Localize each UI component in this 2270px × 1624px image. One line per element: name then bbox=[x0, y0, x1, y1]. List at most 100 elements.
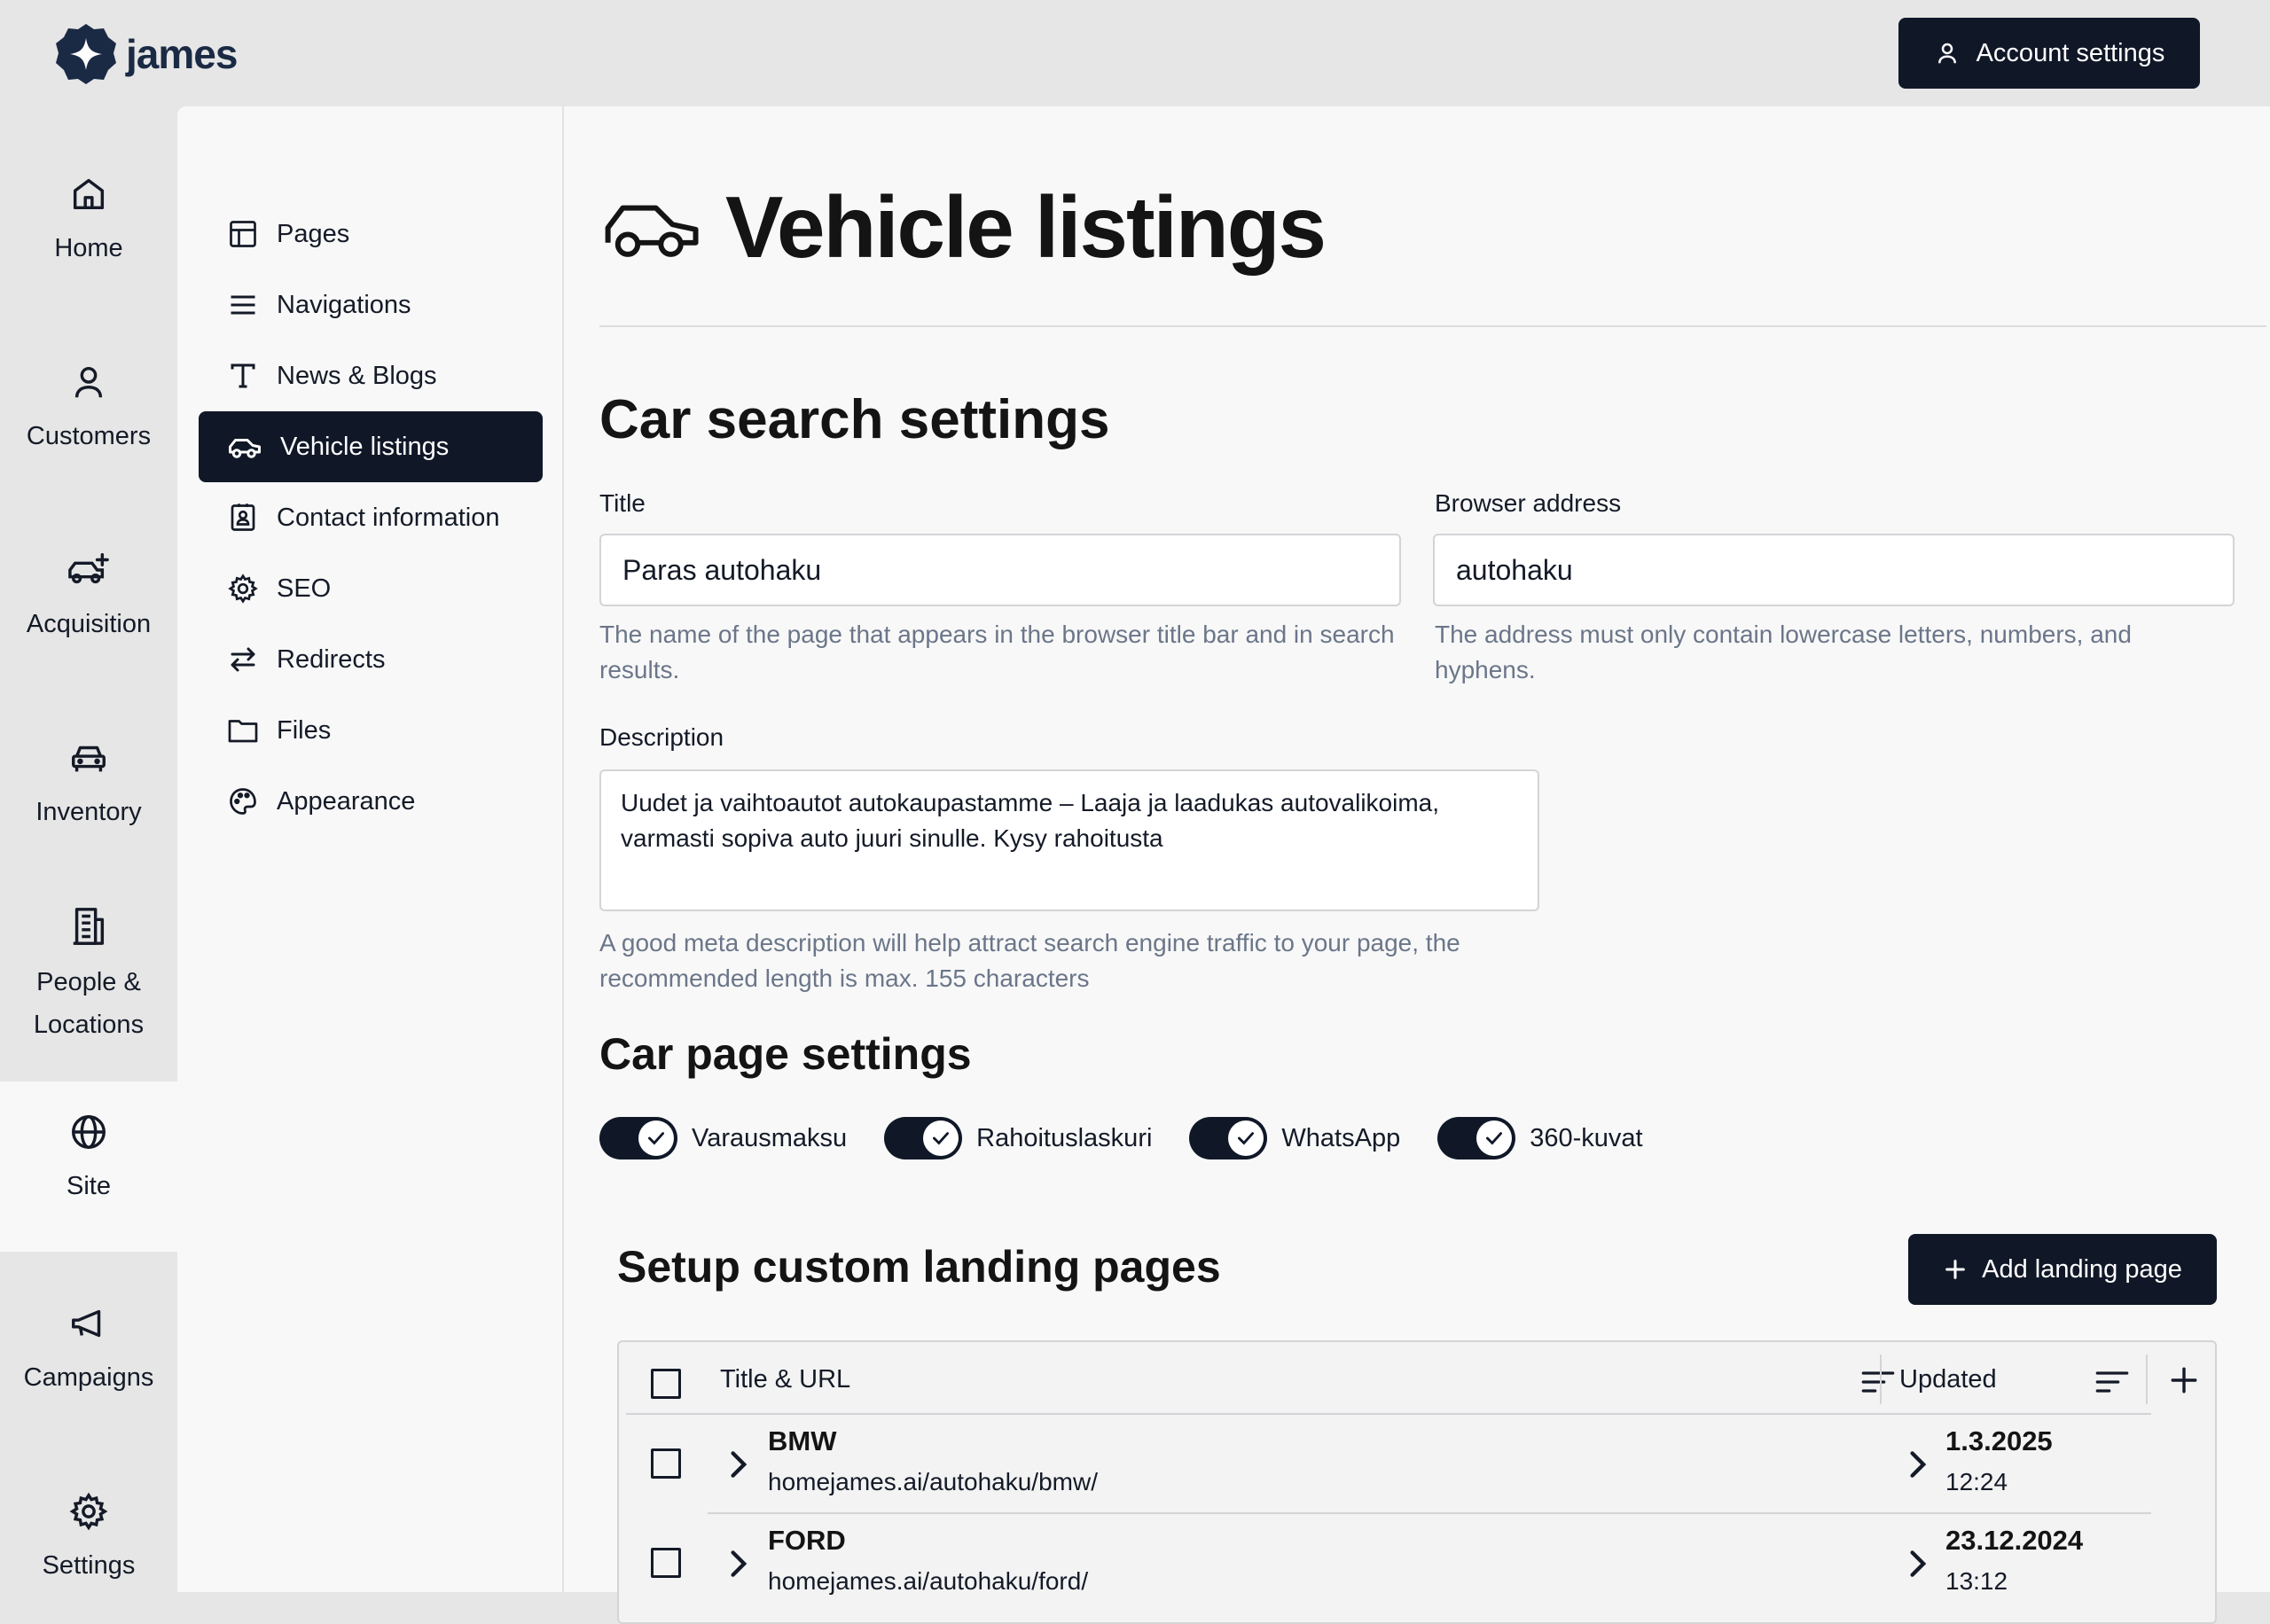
rail-item-label: Inventory bbox=[35, 798, 142, 826]
rail-item-label: People & Locations bbox=[33, 968, 145, 1039]
rail-item-acquisition[interactable]: Acquisition bbox=[0, 550, 177, 645]
toggle-label: Rahoituslaskuri bbox=[976, 1123, 1153, 1152]
select-all-checkbox[interactable] bbox=[651, 1369, 681, 1399]
sort-icon[interactable] bbox=[1860, 1367, 1896, 1397]
add-landing-page-button[interactable]: Add landing page bbox=[1908, 1234, 2217, 1305]
primary-nav-rail: Home Customers Acquisition Inventory Peo… bbox=[0, 106, 177, 1592]
row-checkbox[interactable] bbox=[651, 1548, 681, 1578]
gear-icon bbox=[228, 574, 258, 604]
toggle-switch[interactable] bbox=[1189, 1117, 1268, 1159]
rail-item-label: Campaigns bbox=[23, 1363, 154, 1392]
subnav-item-label: Navigations bbox=[277, 290, 411, 319]
layout-icon bbox=[230, 221, 256, 247]
title-label: Title bbox=[599, 489, 646, 517]
toggle-360-kuvat[interactable]: 360-kuvat bbox=[1437, 1117, 1643, 1159]
rail-item-label: Home bbox=[54, 234, 123, 262]
car-icon bbox=[229, 439, 261, 458]
table-header: Title & URL Updated bbox=[619, 1342, 2215, 1415]
row-time: 12:24 bbox=[1945, 1468, 2008, 1495]
landing-pages-table: Title & URL Updated BMW homejames.ai/aut… bbox=[617, 1340, 2217, 1624]
row-date: 1.3.2025 bbox=[1945, 1425, 2053, 1456]
subnav-item-contact-information[interactable]: Contact information bbox=[199, 482, 543, 553]
toggle-rahoituslaskuri[interactable]: Rahoituslaskuri bbox=[884, 1117, 1152, 1159]
toggle-varausmaksu[interactable]: Varausmaksu bbox=[599, 1117, 847, 1159]
car-page-heading: Car page settings bbox=[599, 1029, 972, 1079]
title-input[interactable]: Paras autohaku bbox=[599, 534, 1401, 606]
rail-item-customers[interactable]: Customers bbox=[0, 362, 177, 457]
browser-address-input[interactable]: autohaku bbox=[1433, 534, 2235, 606]
rail-item-settings[interactable]: Settings bbox=[0, 1491, 177, 1587]
subnav-item-navigations[interactable]: Navigations bbox=[199, 269, 543, 340]
chevron-right-icon[interactable] bbox=[725, 1448, 750, 1480]
column-divider bbox=[1880, 1355, 1882, 1404]
subnav-item-seo[interactable]: SEO bbox=[199, 553, 543, 624]
subnav-item-label: News & Blogs bbox=[277, 361, 437, 390]
account-settings-label: Account settings bbox=[1976, 38, 2165, 67]
rail-item-label: Settings bbox=[42, 1551, 136, 1580]
globe-icon bbox=[72, 1115, 106, 1149]
browser-address-label: Browser address bbox=[1435, 489, 1622, 517]
table-row[interactable]: FORD homejames.ai/autohaku/ford/ 23.12.2… bbox=[619, 1514, 2215, 1613]
rail-item-label: Acquisition bbox=[26, 610, 152, 638]
brand-logo-icon bbox=[56, 24, 116, 84]
subnav-item-news-blogs[interactable]: News & Blogs bbox=[199, 340, 543, 411]
arrows-icon bbox=[231, 647, 255, 672]
top-bar: james Account settings bbox=[0, 0, 2270, 106]
toggle-switch[interactable] bbox=[884, 1117, 963, 1159]
contact-card-icon bbox=[231, 504, 255, 531]
chevron-right-icon[interactable] bbox=[1905, 1448, 1930, 1480]
column-divider bbox=[2146, 1355, 2148, 1404]
car-plus-icon bbox=[68, 553, 109, 584]
page-header: Vehicle listings bbox=[603, 177, 1327, 277]
subnav-item-vehicle-listings[interactable]: Vehicle listings bbox=[199, 411, 543, 482]
check-icon bbox=[933, 1132, 950, 1145]
row-title: FORD bbox=[768, 1525, 846, 1556]
menu-icon bbox=[231, 295, 255, 315]
megaphone-icon bbox=[72, 1309, 101, 1338]
subnav-item-label: Appearance bbox=[277, 786, 416, 816]
subnav-item-pages[interactable]: Pages bbox=[199, 199, 543, 269]
table-row[interactable]: BMW homejames.ai/autohaku/bmw/ 1.3.2025 … bbox=[619, 1415, 2215, 1514]
brand-name: james bbox=[126, 31, 238, 77]
row-checkbox[interactable] bbox=[651, 1448, 681, 1479]
row-title: BMW bbox=[768, 1425, 837, 1456]
add-column-icon[interactable] bbox=[2169, 1365, 2199, 1395]
chevron-right-icon[interactable] bbox=[725, 1548, 750, 1580]
rail-item-home[interactable]: Home bbox=[0, 174, 177, 269]
subnav-item-appearance[interactable]: Appearance bbox=[199, 766, 543, 837]
subnav-item-label: SEO bbox=[277, 574, 332, 603]
logo[interactable]: james bbox=[53, 21, 238, 87]
toggle-switch[interactable] bbox=[599, 1117, 677, 1159]
column-title-url: Title & URL bbox=[720, 1365, 851, 1394]
account-settings-button[interactable]: Account settings bbox=[1898, 18, 2200, 89]
subnav-item-redirects[interactable]: Redirects bbox=[199, 624, 543, 695]
rail-item-site[interactable]: Site bbox=[0, 1081, 177, 1252]
subnav-item-label: Contact information bbox=[277, 503, 500, 532]
toggle-whatsapp[interactable]: WhatsApp bbox=[1189, 1117, 1400, 1159]
subnav-item-files[interactable]: Files bbox=[199, 695, 543, 766]
rail-item-people-locations[interactable]: People & Locations bbox=[0, 904, 177, 1046]
rail-item-inventory[interactable]: Inventory bbox=[0, 738, 177, 833]
toggle-label: 360-kuvat bbox=[1530, 1123, 1643, 1152]
building-icon bbox=[73, 908, 105, 945]
browser-address-help: The address must only contain lowercase … bbox=[1435, 621, 2132, 683]
car-front-icon bbox=[72, 746, 106, 772]
subnav-item-label: Redirects bbox=[277, 644, 386, 674]
rail-item-campaigns[interactable]: Campaigns bbox=[0, 1303, 177, 1399]
row-url: homejames.ai/autohaku/bmw/ bbox=[768, 1468, 1098, 1495]
car-search-heading: Car search settings bbox=[599, 389, 1110, 450]
column-updated: Updated bbox=[1899, 1365, 1997, 1394]
check-icon bbox=[1238, 1132, 1255, 1145]
subnav-item-label: Vehicle listings bbox=[280, 432, 450, 461]
row-url: homejames.ai/autohaku/ford/ bbox=[768, 1567, 1089, 1595]
description-textarea[interactable]: Uudet ja vaihtoautot autokaupastamme – L… bbox=[599, 769, 1539, 911]
description-label: Description bbox=[599, 723, 724, 751]
sort-icon[interactable] bbox=[2094, 1367, 2130, 1397]
user-icon bbox=[74, 366, 103, 398]
check-icon bbox=[648, 1132, 664, 1145]
description-help: A good meta description will help attrac… bbox=[599, 929, 1460, 992]
add-landing-page-label: Add landing page bbox=[1982, 1254, 2182, 1284]
toggle-switch[interactable] bbox=[1437, 1117, 1516, 1159]
rail-item-label: Customers bbox=[26, 422, 152, 450]
chevron-right-icon[interactable] bbox=[1905, 1548, 1930, 1580]
